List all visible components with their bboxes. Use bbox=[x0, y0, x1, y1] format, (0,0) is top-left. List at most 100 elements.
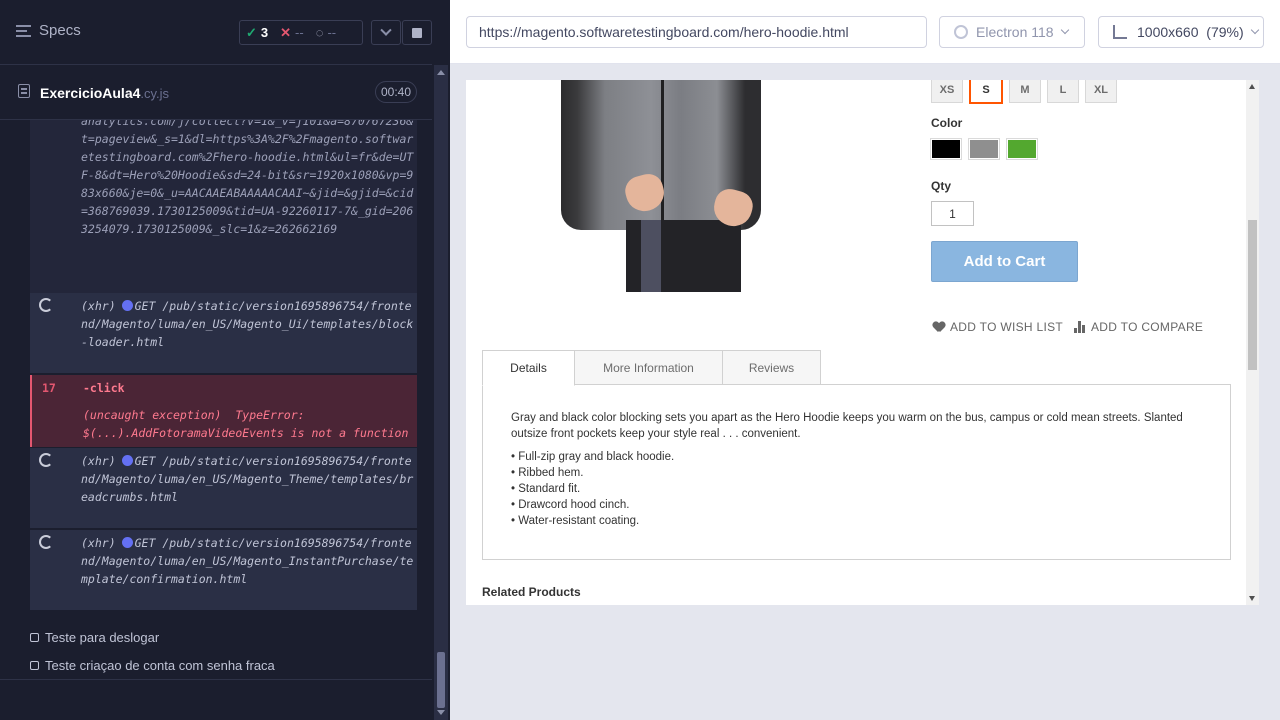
test-status-icon bbox=[30, 633, 39, 642]
compare-label: ADD TO COMPARE bbox=[1091, 320, 1204, 334]
list-item: • Ribbed hem. bbox=[511, 467, 584, 479]
zipper-shape bbox=[661, 80, 664, 230]
electron-icon bbox=[954, 25, 968, 39]
product-description: Gray and black color blocking sets you a… bbox=[511, 412, 1183, 440]
color-option-green[interactable] bbox=[1006, 138, 1038, 160]
scroll-up-icon[interactable] bbox=[437, 70, 445, 75]
pending-count: -- bbox=[327, 25, 337, 40]
command-error[interactable]: 17 -click (uncaught exception) TypeError… bbox=[30, 375, 417, 447]
error-label: (uncaught exception) bbox=[83, 408, 222, 422]
color-swatches bbox=[930, 138, 1038, 160]
command-log[interactable]: analytics.com/j/collect?v=1&_v=j101&a=87… bbox=[0, 120, 432, 720]
run-timer: 00:40 bbox=[375, 81, 417, 103]
add-to-compare-link[interactable]: ADD TO COMPARE bbox=[1074, 320, 1203, 334]
aut-header: https://magento.softwaretestingboard.com… bbox=[450, 0, 1280, 64]
spinner-icon bbox=[39, 535, 53, 549]
test-item[interactable]: Teste criaçao de conta com senha fraca bbox=[30, 658, 275, 673]
spinner-icon bbox=[39, 298, 53, 312]
qty-input[interactable]: 1 bbox=[931, 201, 974, 226]
command-xhr[interactable]: (xhr) GET /pub/static/version1695896754/f… bbox=[30, 530, 417, 610]
reporter-scrollbar[interactable] bbox=[434, 65, 448, 720]
file-icon bbox=[18, 84, 30, 98]
size-option-l[interactable]: L bbox=[1047, 80, 1079, 103]
compare-icon bbox=[1074, 321, 1086, 333]
specs-button[interactable]: Specs bbox=[16, 22, 81, 39]
command-method: GET bbox=[134, 299, 156, 313]
viewport-selector[interactable]: 1000x660 (79%) bbox=[1098, 16, 1264, 48]
test-item[interactable]: Teste para deslogar bbox=[30, 630, 159, 645]
product-image[interactable] bbox=[556, 80, 771, 292]
stop-button[interactable] bbox=[402, 20, 432, 45]
command-name: -click bbox=[83, 381, 125, 395]
test-status-icon bbox=[30, 661, 39, 670]
size-option-xl[interactable]: XL bbox=[1085, 80, 1117, 103]
x-icon: ✕ bbox=[280, 24, 292, 40]
divider bbox=[0, 679, 432, 680]
chevron-down-icon bbox=[1060, 25, 1069, 35]
check-icon: ✓ bbox=[246, 24, 257, 40]
product-tabs: Details More Information Reviews bbox=[482, 350, 821, 386]
size-swatches: XS S M L XL bbox=[931, 80, 1117, 104]
cypress-reporter: Specs ✓ 3 ✕ -- ◌ -- ExercicioAula4.cy.js… bbox=[0, 0, 450, 720]
test-stats: ✓ 3 ✕ -- ◌ -- bbox=[239, 20, 363, 45]
aut-iframe[interactable]: XS S M L XL Color Qty 1 Add to Cart ADD … bbox=[466, 80, 1259, 605]
scroll-down-icon[interactable] bbox=[1249, 596, 1255, 601]
command-type: (xhr) bbox=[81, 454, 116, 468]
command-number: 17 bbox=[42, 381, 56, 395]
scroll-down-icon[interactable] bbox=[437, 710, 445, 715]
browser-selector[interactable]: Electron 118 bbox=[939, 16, 1085, 48]
size-option-m[interactable]: M bbox=[1009, 80, 1041, 103]
list-item: • Full-zip gray and black hoodie. bbox=[511, 451, 675, 463]
tab-reviews[interactable]: Reviews bbox=[722, 350, 821, 385]
pending-stat: ◌ -- bbox=[310, 25, 342, 40]
list-item: • Standard fit. bbox=[511, 483, 581, 495]
size-option-xs[interactable]: XS bbox=[931, 80, 963, 103]
test-title: Teste criaçao de conta com senha fraca bbox=[45, 658, 275, 673]
chevron-down-icon bbox=[1250, 25, 1259, 35]
pending-icon: ◌ bbox=[315, 25, 324, 40]
viewport-size: 1000x660 bbox=[1137, 24, 1199, 40]
add-to-wishlist-link[interactable]: ADD TO WISH LIST bbox=[933, 320, 1063, 334]
pants-shape bbox=[626, 220, 741, 292]
details-panel: Gray and black color blocking sets you a… bbox=[482, 384, 1231, 560]
ruler-icon bbox=[1113, 25, 1127, 39]
specs-label: Specs bbox=[39, 22, 81, 39]
command-xhr[interactable]: (xhr) GET /pub/static/version1695896754/f… bbox=[30, 293, 417, 373]
color-label: Color bbox=[931, 116, 963, 130]
heart-icon bbox=[933, 322, 945, 333]
spec-header: ExercicioAula4.cy.js 00:40 bbox=[0, 66, 432, 120]
size-option-s[interactable]: S bbox=[969, 80, 1003, 104]
stop-icon bbox=[412, 27, 422, 38]
tab-details[interactable]: Details bbox=[482, 350, 575, 386]
spinner-icon bbox=[39, 453, 53, 467]
tab-more-information[interactable]: More Information bbox=[574, 350, 723, 385]
list-item: • Drawcord hood cinch. bbox=[511, 499, 630, 511]
color-option-gray[interactable] bbox=[968, 138, 1000, 160]
list-item: • Water-resistant coating. bbox=[511, 515, 640, 527]
passed-stat: ✓ 3 bbox=[240, 25, 274, 41]
viewport-scale: (79%) bbox=[1206, 24, 1244, 40]
add-to-cart-button[interactable]: Add to Cart bbox=[931, 241, 1078, 282]
command-ga-collect[interactable]: analytics.com/j/collect?v=1&_v=j101&a=87… bbox=[30, 120, 417, 293]
color-option-black[interactable] bbox=[930, 138, 962, 160]
failed-stat: ✕ -- bbox=[274, 25, 310, 41]
scroll-up-icon[interactable] bbox=[1249, 84, 1255, 89]
passed-count: 3 bbox=[260, 25, 269, 40]
command-method: GET bbox=[134, 536, 156, 550]
command-xhr[interactable]: (xhr) GET /pub/static/version1695896754/f… bbox=[30, 448, 417, 528]
aut-scrollbar[interactable] bbox=[1246, 80, 1259, 605]
aut-url-field[interactable]: https://magento.softwaretestingboard.com… bbox=[466, 16, 927, 48]
command-url: analytics.com/j/collect?v=1&_v=j101&a=87… bbox=[81, 120, 414, 236]
scrollbar-thumb[interactable] bbox=[437, 652, 445, 708]
wishlist-label: ADD TO WISH LIST bbox=[950, 320, 1064, 334]
scrollbar-thumb[interactable] bbox=[1248, 220, 1257, 370]
browser-label: Electron 118 bbox=[976, 24, 1054, 40]
command-type: (xhr) bbox=[81, 536, 116, 550]
reporter-header: Specs ✓ 3 ✕ -- ◌ -- bbox=[0, 0, 432, 65]
command-type: (xhr) bbox=[81, 299, 116, 313]
spec-ext: .cy.js bbox=[140, 86, 170, 101]
related-products-title: Related Products bbox=[482, 585, 581, 599]
spec-file-name[interactable]: ExercicioAula4.cy.js bbox=[40, 85, 169, 101]
status-dot-icon bbox=[121, 455, 133, 466]
toggle-auto-scroll-button[interactable] bbox=[371, 20, 401, 45]
